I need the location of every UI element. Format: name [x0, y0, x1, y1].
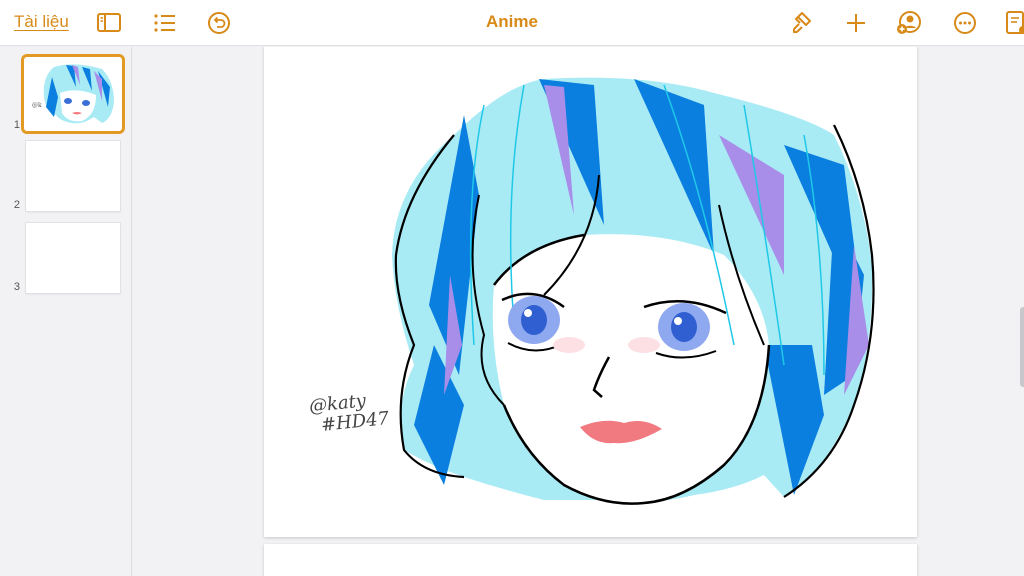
- paintbrush-icon[interactable]: [790, 9, 818, 37]
- anime-drawing: [392, 77, 875, 505]
- page-1[interactable]: @katy #HD47: [264, 47, 917, 537]
- page-thumbnail-3[interactable]: [26, 223, 120, 293]
- page-number: 1: [13, 119, 20, 131]
- sidebar-icon[interactable]: [95, 9, 123, 37]
- undo-icon[interactable]: [205, 9, 233, 37]
- documents-link[interactable]: Tài liệu: [14, 12, 69, 32]
- artist-signature: @katy #HD47: [308, 389, 390, 437]
- page-number: 2: [13, 199, 20, 211]
- page-thumbnail-1[interactable]: @k: [24, 57, 122, 131]
- side-handle[interactable]: [1020, 307, 1024, 387]
- list-icon[interactable]: [151, 9, 179, 37]
- collaborate-icon[interactable]: [895, 9, 923, 37]
- more-icon[interactable]: [951, 9, 979, 37]
- toolbar: Tài liệu Anime: [0, 0, 1024, 46]
- svg-text:@k: @k: [32, 102, 42, 109]
- document-canvas[interactable]: @katy #HD47: [133, 47, 1024, 576]
- page-number: 3: [13, 281, 20, 293]
- plus-icon[interactable]: [842, 9, 870, 37]
- document-icon[interactable]: [1003, 9, 1024, 37]
- page-thumbnail-2[interactable]: [26, 141, 120, 211]
- thumbnail-drawing: @k: [32, 64, 114, 124]
- page-2[interactable]: [264, 544, 917, 576]
- page-thumbnails-sidebar: 1 @k 2 3: [0, 47, 132, 576]
